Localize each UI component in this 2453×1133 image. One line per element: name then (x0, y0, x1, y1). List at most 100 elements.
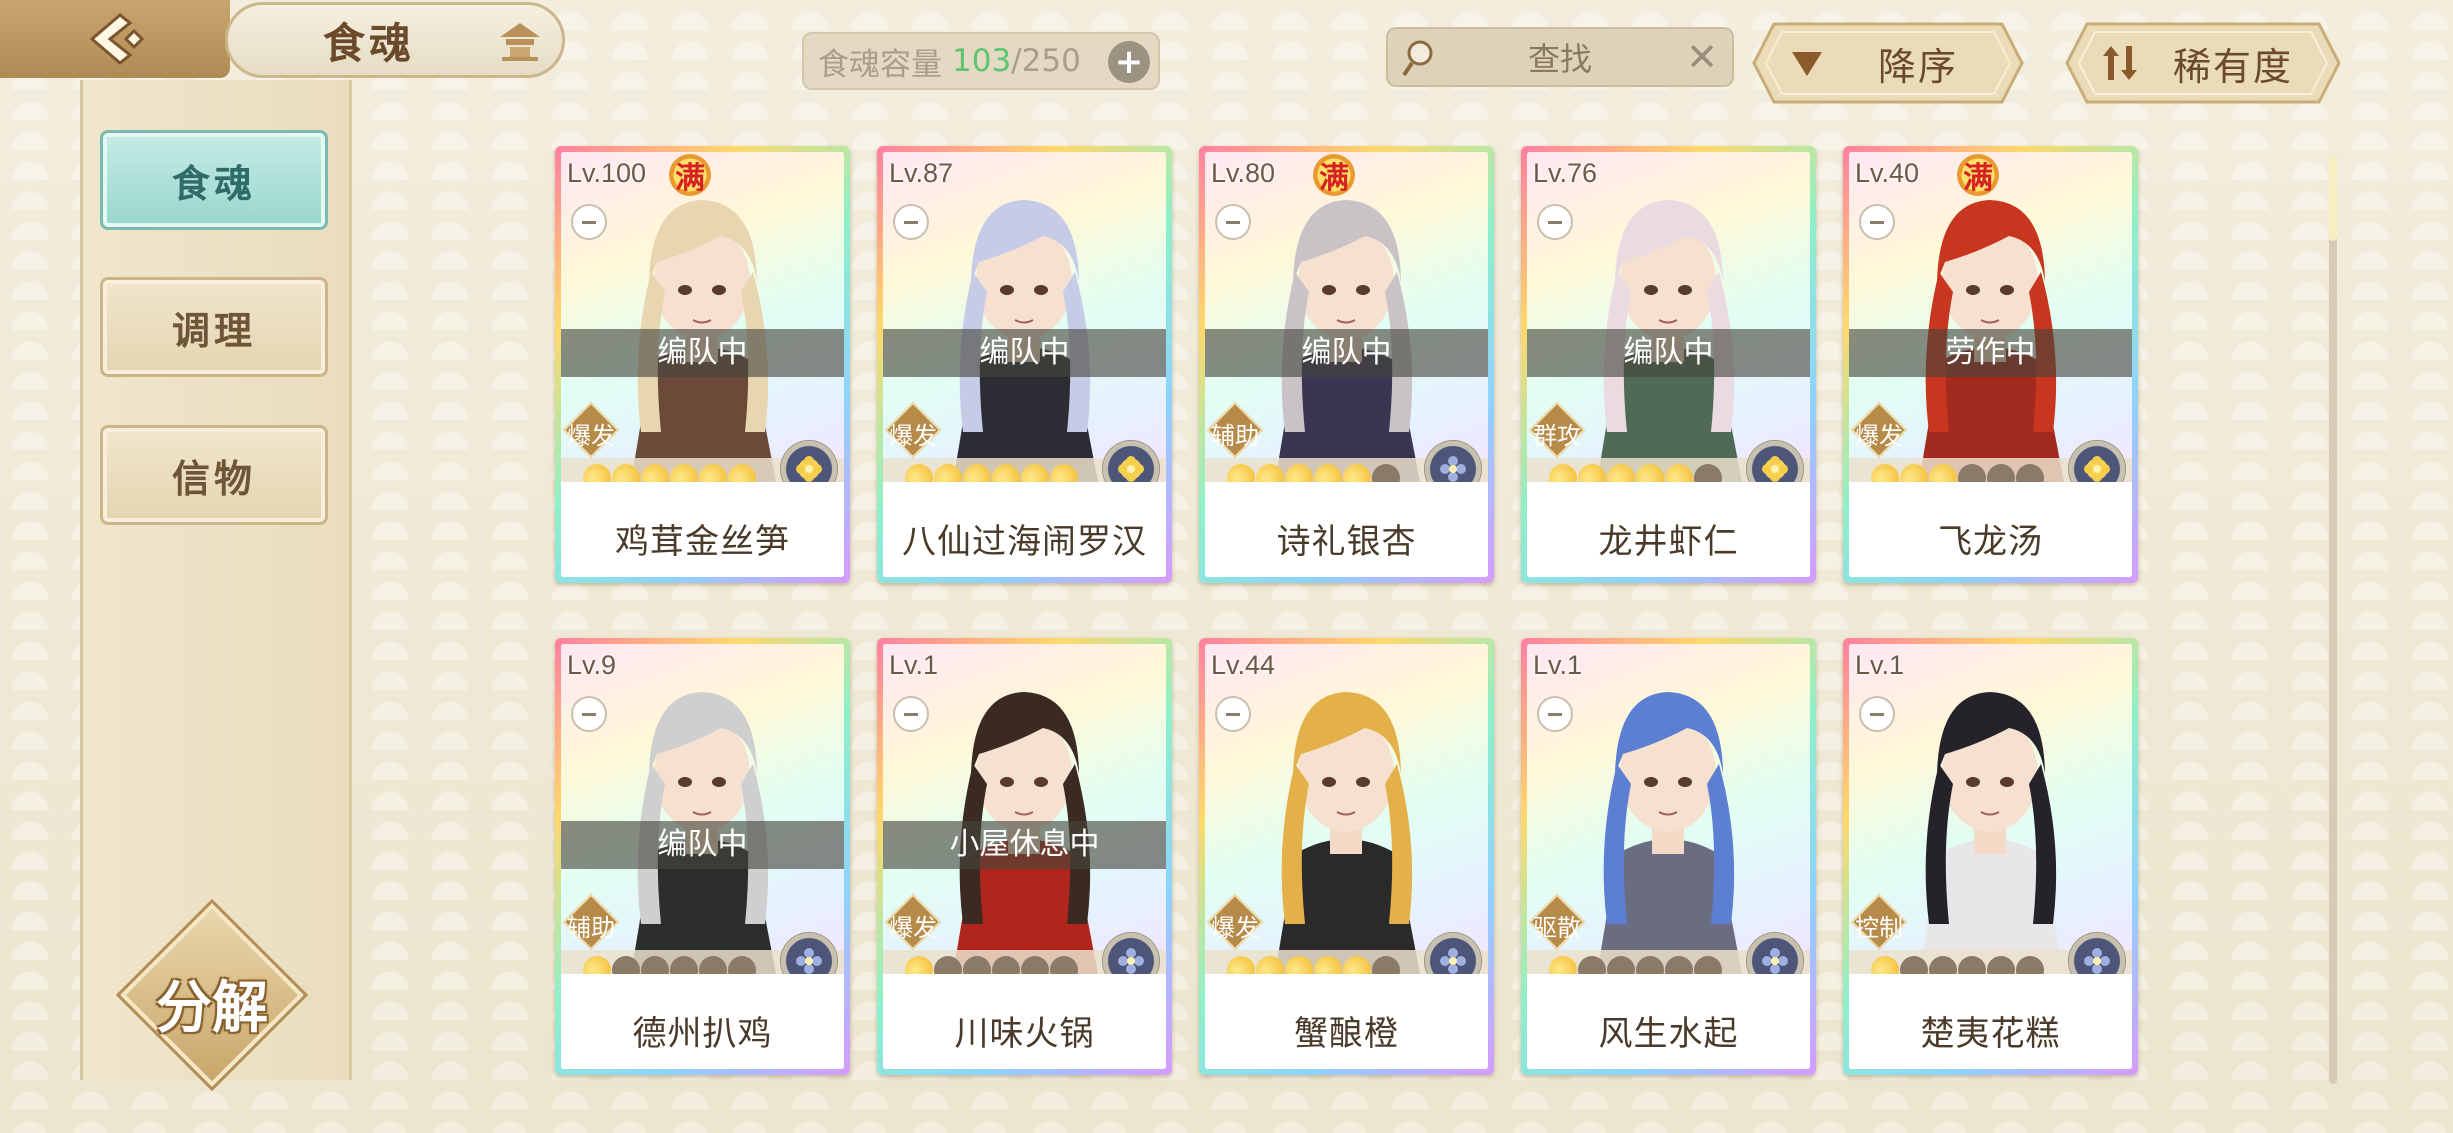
food-soul-card[interactable]: Lv.1 控制 楚夷花糕 (1843, 638, 2138, 1075)
lock-toggle-icon[interactable] (1859, 204, 1895, 240)
lock-toggle-icon[interactable] (1215, 696, 1251, 732)
status-banner: 编队中 (883, 329, 1166, 377)
lock-toggle-icon[interactable] (1859, 696, 1895, 732)
scrollbar-track[interactable] (2329, 156, 2337, 1084)
back-button[interactable] (0, 0, 230, 78)
tab-food-souls[interactable]: 食魂 (100, 130, 328, 230)
decompose-button[interactable]: 分解 (120, 903, 304, 1087)
food-soul-name: 飞龙汤 (1849, 500, 2132, 577)
max-level-badge: 满 (669, 154, 711, 196)
scrollbar-thumb[interactable] (2329, 156, 2337, 241)
clear-search-icon[interactable]: ✕ (1686, 35, 1718, 79)
food-soul-card[interactable]: Lv.76 编队中 群攻 龙井虾仁 (1521, 146, 1816, 583)
lock-toggle-icon[interactable] (571, 204, 607, 240)
level-label: Lv.87 (889, 158, 954, 188)
tab-cooking[interactable]: 调理 (100, 277, 328, 377)
lock-toggle-icon[interactable] (571, 696, 607, 732)
capacity-current: 103 (952, 43, 1012, 79)
food-soul-card[interactable]: Lv.9 编队中 辅助 德州扒鸡 (555, 638, 850, 1075)
flower-icon (1762, 456, 1788, 482)
page-title: 食魂 (323, 18, 416, 68)
character-portrait: Lv.87 编队中爆发 (883, 152, 1166, 482)
lock-toggle-icon[interactable] (1215, 204, 1251, 240)
food-soul-card[interactable]: Lv.1 驱散风生水起 (1521, 638, 1816, 1075)
card-body: Lv.100 满编队中爆发鸡茸金丝笋 (561, 152, 844, 577)
status-banner: 编队中 (1205, 329, 1488, 377)
card-body: Lv.44 爆发 蟹酿橙 (1205, 644, 1488, 1069)
capacity-display: 食魂容量 103 /250 + (802, 32, 1160, 90)
tab-tokens[interactable]: 信物 (100, 425, 328, 525)
character-portrait: Lv.1 驱散 (1527, 644, 1810, 974)
level-label: Lv.76 (1533, 158, 1598, 188)
flower-icon (1118, 456, 1144, 482)
max-level-badge: 满 (1313, 154, 1355, 196)
lock-toggle-icon[interactable] (1537, 204, 1573, 240)
food-soul-card[interactable]: Lv.87 编队中爆发八仙过海闹罗汉 (877, 146, 1172, 583)
character-portrait: Lv.100 满编队中爆发 (561, 152, 844, 482)
status-banner: 小屋休息中 (883, 821, 1166, 869)
role-label: 爆发 (567, 422, 615, 450)
food-soul-grid: Lv.100 满编队中 爆发 鸡茸金丝笋 Lv.87 编队中 爆发 八仙过海闹罗汉 Lv.80 满… (555, 146, 2145, 1076)
tab-label: 调理 (171, 307, 256, 353)
lock-toggle-icon[interactable] (893, 204, 929, 240)
flower-icon (796, 948, 822, 974)
card-body: Lv.87 编队中爆发八仙过海闹罗汉 (883, 152, 1166, 577)
level-label: Lv.44 (1211, 650, 1276, 680)
role-label: 控制 (1855, 914, 1903, 942)
character-portrait: Lv.1 小屋休息中爆发 (883, 644, 1166, 974)
lock-toggle-icon[interactable] (893, 696, 929, 732)
character-portrait: Lv.40 满劳作中 爆发 (1849, 152, 2132, 482)
role-badge: 爆发 (884, 401, 942, 459)
character-portrait: Lv.76 编队中 群攻 (1527, 152, 1810, 482)
star-rating (1221, 950, 1406, 974)
role-label: 爆发 (1211, 914, 1259, 942)
lock-toggle-icon[interactable] (1537, 696, 1573, 732)
food-soul-name: 楚夷花糕 (1849, 992, 2132, 1069)
food-soul-card[interactable]: Lv.1 小屋休息中爆发川味火锅 (877, 638, 1172, 1075)
role-label: 爆发 (889, 914, 937, 942)
star-rating (577, 458, 762, 482)
level-label: Lv.9 (567, 650, 617, 680)
role-label: 爆发 (1855, 422, 1903, 450)
food-soul-name: 八仙过海闹罗汉 (883, 500, 1166, 577)
role-badge: 控制 (1850, 893, 1908, 951)
sort-order-button[interactable]: 降序 (1752, 22, 2024, 104)
food-soul-name: 鸡茸金丝笋 (561, 500, 844, 577)
role-badge: 爆发 (884, 893, 942, 951)
card-body: Lv.40 满劳作中 爆发 飞龙汤 (1849, 152, 2132, 577)
food-soul-name: 风生水起 (1527, 992, 1810, 1069)
sort-order-label: 降序 (1877, 44, 1958, 89)
status-banner: 劳作中 (1849, 329, 2132, 377)
food-soul-name: 川味火锅 (883, 992, 1166, 1069)
level-label: Lv.80 (1211, 158, 1276, 188)
food-soul-card[interactable]: Lv.100 满编队中爆发鸡茸金丝笋 (555, 146, 850, 583)
role-badge: 群攻 (1528, 401, 1586, 459)
food-soul-card[interactable]: Lv.80 满编队中 辅助 诗礼银杏 (1199, 146, 1494, 583)
flower-icon (1440, 456, 1466, 482)
food-soul-card[interactable]: Lv.44 爆发 蟹酿橙 (1199, 638, 1494, 1075)
card-body: Lv.76 编队中 群攻 龙井虾仁 (1527, 152, 1810, 577)
character-portrait: Lv.80 满编队中辅助 (1205, 152, 1488, 482)
page-title-tab: 食魂 (225, 2, 565, 78)
level-label: Lv.1 (1533, 650, 1583, 680)
sort-by-label: 稀有度 (2172, 44, 2293, 89)
level-label: Lv.100 (567, 158, 647, 188)
level-label: Lv.1 (889, 650, 939, 680)
search-input[interactable]: 查找 (1528, 34, 1592, 80)
food-soul-name: 德州扒鸡 (561, 992, 844, 1069)
star-rating (1221, 458, 1406, 482)
search-box[interactable]: 查找 ✕ (1386, 27, 1734, 87)
role-label: 驱散 (1533, 914, 1581, 942)
pavilion-icon (500, 23, 540, 61)
role-badge: 辅助 (1206, 401, 1264, 459)
flower-icon (2084, 456, 2110, 482)
sort-by-button[interactable]: 稀有度 (2065, 22, 2341, 104)
flower-icon (1440, 948, 1466, 974)
add-capacity-button[interactable]: + (1108, 41, 1150, 83)
status-banner: 编队中 (561, 329, 844, 377)
food-soul-card[interactable]: Lv.40 满劳作中 爆发 飞龙汤 (1843, 146, 2138, 583)
star-rating (899, 458, 1084, 482)
back-arrow-icon (89, 13, 145, 65)
star-rating (1865, 950, 2050, 974)
star-rating (899, 950, 1084, 974)
